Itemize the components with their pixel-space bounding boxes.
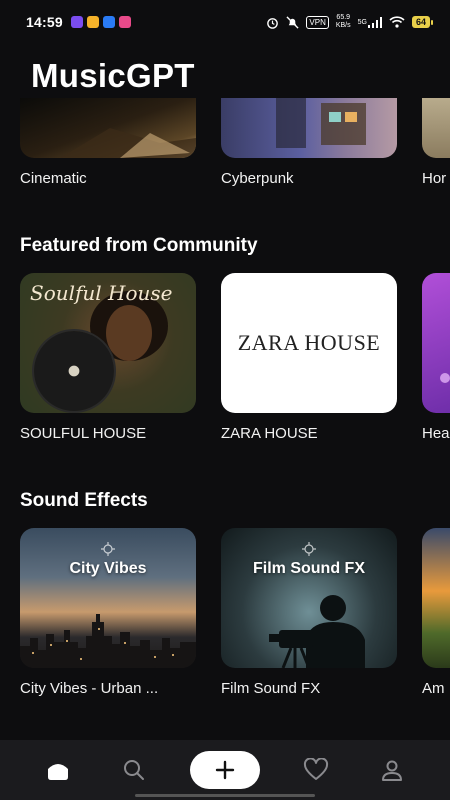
speed-unit: KB/s (335, 22, 351, 29)
network-speed: 65.9 KB/s (336, 14, 351, 30)
status-bar: 14:59 VPN 65.9 KB/s 5G 64 (0, 0, 450, 44)
artwork-detail (440, 373, 450, 383)
status-indicators: VPN 65.9 KB/s 5G 64 (266, 14, 434, 30)
album-art-title: Soulful House (30, 281, 173, 305)
nav-profile[interactable] (372, 750, 412, 790)
nav-home[interactable] (38, 750, 78, 790)
community-card-partial[interactable]: Hea (422, 273, 450, 442)
sparkle-icon (101, 542, 115, 561)
battery-indicator: 64 (411, 16, 434, 28)
community-label: Hea (422, 425, 450, 442)
city-skyline-graphic (20, 614, 196, 668)
heart-icon (303, 758, 329, 780)
genre-card-cyberpunk[interactable]: Cyberpunk (221, 98, 397, 187)
vinyl-record-icon (34, 331, 114, 411)
app-notification-icon (86, 16, 99, 28)
sparkle-icon (302, 542, 316, 561)
genre-label: Cyberpunk (221, 170, 294, 187)
speed-value: 65.9 (336, 14, 351, 21)
genre-thumbnail (422, 98, 450, 158)
sound-effect-card-film-sound-fx[interactable]: Film Sound FX Film Sound FX (221, 528, 397, 697)
home-icon (48, 764, 68, 780)
community-row[interactable]: Soulful House SOULFUL HOUSE ZARA HOUSE Z… (20, 273, 450, 442)
sound-effect-label: Am (422, 680, 445, 697)
create-button[interactable] (190, 751, 260, 789)
genre-row[interactable]: Cinematic Cyberpunk Hor (20, 98, 450, 187)
sound-effect-card-partial[interactable]: Am (422, 528, 450, 697)
album-art-title: ZARA HOUSE (237, 330, 381, 355)
nav-favorites[interactable] (296, 750, 336, 790)
camera-operator-graphic (269, 595, 365, 668)
app-title: MusicGPT (31, 57, 195, 94)
genre-thumbnail (20, 98, 196, 158)
album-art: Soulful House (20, 273, 196, 413)
sound-effect-art: Film Sound FX (221, 528, 397, 668)
search-icon (124, 760, 144, 780)
signal-icon: 5G (357, 16, 382, 28)
network-type: 5G (357, 18, 367, 26)
mute-icon (286, 15, 299, 29)
user-icon (382, 760, 402, 781)
nav-search[interactable] (114, 750, 154, 790)
vpn-badge: VPN (306, 15, 329, 29)
app-notification-icon (70, 16, 83, 28)
bottom-navigation (0, 740, 450, 800)
genre-label: Cinematic (20, 170, 87, 187)
sound-effect-label: Film Sound FX (221, 680, 321, 697)
community-label: ZARA HOUSE (221, 425, 318, 442)
sound-effect-label: City Vibes - Urban ... (20, 680, 159, 697)
genre-card-horror[interactable]: Hor (422, 98, 450, 187)
home-indicator[interactable] (135, 794, 315, 797)
sound-effect-art (422, 528, 450, 668)
wifi-icon (389, 16, 405, 28)
community-label: SOULFUL HOUSE (20, 425, 147, 442)
sound-effect-art-title: Film Sound FX (253, 560, 365, 577)
sound-effect-card-city-vibes[interactable]: City Vibes City Vibes - Urban ... (20, 528, 196, 697)
genre-card-cinematic[interactable]: Cinematic (20, 98, 196, 187)
section-title-sound-effects: Sound Effects (20, 490, 148, 511)
community-card-soulful-house[interactable]: Soulful House SOULFUL HOUSE (20, 273, 196, 442)
album-art: ZARA HOUSE (221, 273, 397, 413)
alarm-icon (266, 16, 279, 29)
app-notification-icon (102, 16, 115, 28)
album-art (422, 273, 450, 413)
sound-effects-row[interactable]: City Vibes City Vibes - Urban ... Film S… (20, 528, 450, 697)
community-card-zara-house[interactable]: ZARA HOUSE ZARA HOUSE (221, 273, 397, 442)
status-time: 14:59 (26, 14, 63, 30)
section-title-community: Featured from Community (20, 235, 258, 256)
genre-label: Hor (422, 170, 447, 187)
sound-effect-art-title: City Vibes (69, 560, 147, 577)
notification-icons (70, 16, 131, 28)
artwork-figure (106, 305, 152, 361)
app-notification-icon (118, 16, 131, 28)
plus-icon (215, 760, 235, 780)
sound-effect-art: City Vibes (20, 528, 196, 668)
genre-thumbnail (221, 98, 397, 158)
